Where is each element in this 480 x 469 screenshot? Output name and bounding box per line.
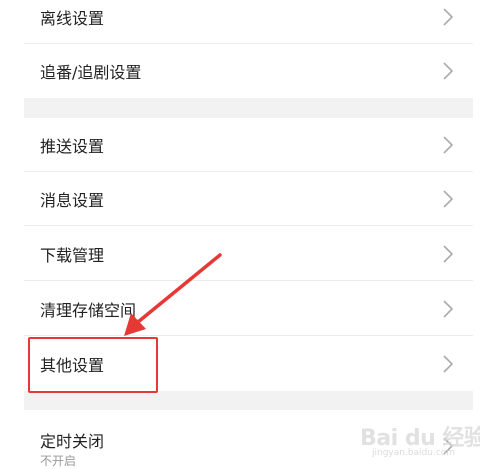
watermark-url: jingyan.baidu.com [372,448,456,458]
chevron-right-icon [441,354,455,374]
settings-row-label: 定时关闭 [40,432,105,451]
settings-row-label: 其他设置 [40,356,105,375]
section-divider [24,98,473,118]
settings-row-label: 推送设置 [40,137,105,156]
settings-row-message[interactable]: 消息设置 [24,172,473,226]
settings-row-download[interactable]: 下载管理 [24,227,473,281]
settings-row-offline[interactable]: 离线设置 [24,0,473,44]
settings-row-label: 下载管理 [40,246,105,265]
settings-list: 离线设置 追番/追剧设置 推送设置 消息设置 下载管理 清理存储空间 其他设置 … [24,0,473,468]
settings-row-label: 消息设置 [40,191,105,210]
chevron-right-icon [441,189,455,209]
section-divider [24,391,473,410]
settings-row-push[interactable]: 推送设置 [24,118,473,172]
settings-row-follow[interactable]: 追番/追剧设置 [24,44,473,98]
settings-row-other[interactable]: 其他设置 [24,337,473,391]
settings-row-label: 离线设置 [40,9,105,28]
settings-row-label: 追番/追剧设置 [40,63,142,82]
chevron-right-icon [441,61,455,81]
settings-row-sublabel: 不开启 [40,454,77,468]
watermark: Bai du 经验 jingyan.baidu.com [360,418,480,464]
chevron-right-icon [441,299,455,319]
chevron-right-icon [441,135,455,155]
chevron-right-icon [441,7,455,27]
settings-row-label: 清理存储空间 [40,301,137,320]
settings-row-storage[interactable]: 清理存储空间 [24,282,473,336]
chevron-right-icon [441,244,455,264]
